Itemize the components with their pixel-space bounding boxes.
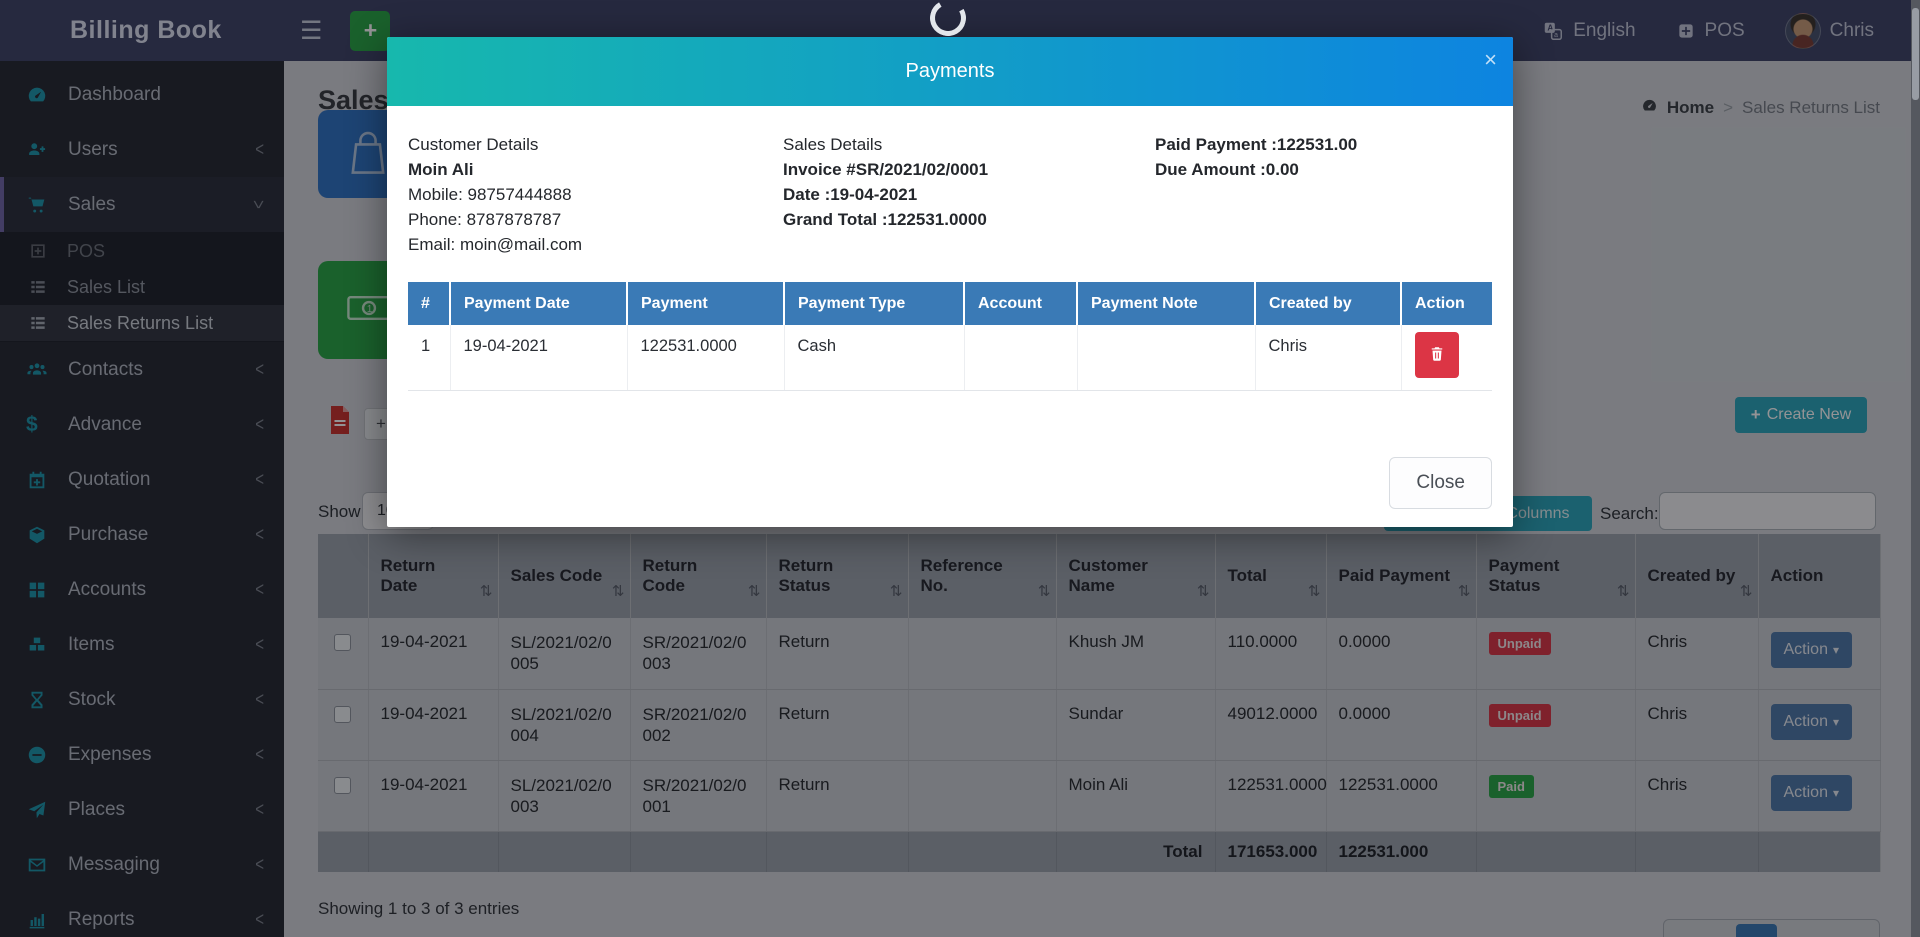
payment-summary: Paid Payment :122531.00 Due Amount :0.00 bbox=[1155, 132, 1492, 257]
customer-mobile: Mobile: 98757444888 bbox=[408, 182, 783, 207]
payment-row: 1 19-04-2021 122531.0000 Cash Chris bbox=[408, 325, 1492, 391]
payment-details: Customer Details Moin Ali Mobile: 987574… bbox=[408, 132, 1492, 257]
modal-close-button[interactable]: Close bbox=[1389, 457, 1492, 509]
cell-num: 1 bbox=[408, 325, 450, 391]
invoice-date: Date :19-04-2021 bbox=[783, 182, 1155, 207]
sales-details: Sales Details Invoice #SR/2021/02/0001 D… bbox=[783, 132, 1155, 257]
customer-name: Moin Ali bbox=[408, 157, 783, 182]
delete-payment-button[interactable] bbox=[1415, 332, 1459, 378]
cell-account bbox=[964, 325, 1077, 391]
header-payment-date: Payment Date bbox=[450, 282, 627, 325]
modal-title: Payments bbox=[906, 60, 995, 83]
customer-details-heading: Customer Details bbox=[408, 132, 783, 157]
modal-header: Payments × bbox=[387, 37, 1513, 106]
header-num: # bbox=[408, 282, 450, 325]
payments-table: # Payment Date Payment Payment Type Acco… bbox=[408, 282, 1492, 391]
cell-payment-date: 19-04-2021 bbox=[450, 325, 627, 391]
close-icon[interactable]: × bbox=[1484, 47, 1497, 73]
header-action: Action bbox=[1401, 282, 1492, 325]
grand-total: Grand Total :122531.0000 bbox=[783, 207, 1155, 232]
modal-body: Customer Details Moin Ali Mobile: 987574… bbox=[387, 106, 1513, 391]
header-payment-type: Payment Type bbox=[784, 282, 964, 325]
trash-icon bbox=[1428, 345, 1446, 366]
paid-payment: Paid Payment :122531.00 bbox=[1155, 132, 1492, 157]
scrollbar-track[interactable] bbox=[1911, 0, 1920, 937]
cell-payment: 122531.0000 bbox=[627, 325, 784, 391]
invoice-number: Invoice #SR/2021/02/0001 bbox=[783, 157, 1155, 182]
payments-modal: Payments × Customer Details Moin Ali Mob… bbox=[387, 37, 1513, 527]
sales-details-heading: Sales Details bbox=[783, 132, 1155, 157]
cell-payment-note bbox=[1077, 325, 1255, 391]
header-account: Account bbox=[964, 282, 1077, 325]
customer-details: Customer Details Moin Ali Mobile: 987574… bbox=[408, 132, 783, 257]
customer-email: Email: moin@mail.com bbox=[408, 232, 783, 257]
header-created-by: Created by bbox=[1255, 282, 1401, 325]
cell-payment-type: Cash bbox=[784, 325, 964, 391]
header-payment-note: Payment Note bbox=[1077, 282, 1255, 325]
payments-header-row: # Payment Date Payment Payment Type Acco… bbox=[408, 282, 1492, 325]
scrollbar-thumb[interactable] bbox=[1912, 8, 1919, 100]
due-amount: Due Amount :0.00 bbox=[1155, 157, 1492, 182]
cell-created-by: Chris bbox=[1255, 325, 1401, 391]
header-payment: Payment bbox=[627, 282, 784, 325]
customer-phone: Phone: 8787878787 bbox=[408, 207, 783, 232]
